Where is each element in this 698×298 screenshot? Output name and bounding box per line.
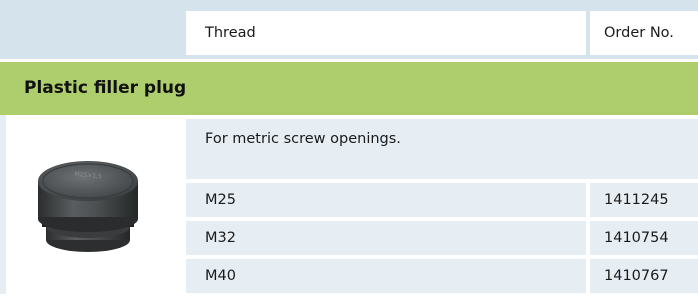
column-header-thread: Thread — [186, 11, 586, 55]
product-description: For metric screw openings. — [186, 119, 698, 179]
table-row-thread: M25 — [186, 183, 586, 217]
table-row-order-no: 1411245 — [590, 183, 698, 217]
filler-plug-image: M25×1,5 — [38, 161, 138, 252]
table-row-thread: M40 — [186, 259, 586, 293]
column-header-order-no: Order No. — [590, 11, 698, 55]
table-row-thread: M32 — [186, 221, 586, 255]
table-row-order-no: 1410754 — [590, 221, 698, 255]
product-image: M25×1,5 — [6, 119, 182, 294]
section-title: Plastic filler plug — [0, 62, 698, 115]
table-row-order-no: 1410767 — [590, 259, 698, 293]
